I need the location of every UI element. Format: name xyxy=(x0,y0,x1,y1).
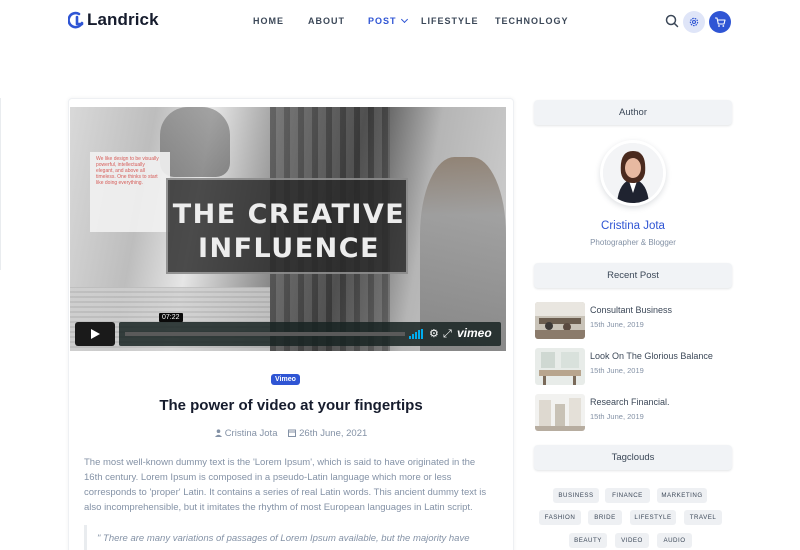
video-title-line2: INFLUENCE xyxy=(197,233,381,264)
top-navbar: Landrick HOME ABOUT POST LIFESTYLE TECHN… xyxy=(0,0,800,44)
post-author[interactable]: Cristina Jota xyxy=(214,428,278,439)
settings-button[interactable] xyxy=(683,11,705,33)
recent-post-thumbnail[interactable] xyxy=(535,302,585,339)
nav-item-technology[interactable]: TECHNOLOGY xyxy=(495,16,569,26)
recent-post-item[interactable]: Consultant Business 15th June, 2019 xyxy=(534,302,732,342)
post-body: The most well-known dummy text is the 'L… xyxy=(84,457,487,513)
post-author-name: Cristina Jota xyxy=(224,428,278,439)
vimeo-logo[interactable]: vimeo xyxy=(457,326,492,340)
chevron-down-icon xyxy=(400,15,408,24)
video-progress-bar[interactable] xyxy=(125,332,405,336)
tag-travel[interactable]: TRAVEL xyxy=(684,510,722,525)
post-date: 26th June, 2021 xyxy=(288,428,367,439)
author-portrait-image xyxy=(603,143,663,203)
tagcloud-widget-title: Tagclouds xyxy=(534,445,732,470)
fullscreen-icon[interactable]: ⤢ xyxy=(443,328,452,340)
video-design-panel: We like design to be visually powerful, … xyxy=(90,152,170,232)
cart-icon xyxy=(715,17,726,27)
tag-business[interactable]: BUSINESS xyxy=(553,488,599,503)
recent-post-thumbnail[interactable] xyxy=(535,394,585,431)
nav-item-about[interactable]: ABOUT xyxy=(308,16,345,26)
tag-video[interactable]: VIDEO xyxy=(615,533,649,548)
tag-fashion[interactable]: FASHION xyxy=(539,510,581,525)
author-widget-title: Author xyxy=(534,100,732,125)
post-category-badge[interactable]: Vimeo xyxy=(271,374,300,385)
author-photo xyxy=(603,143,663,203)
avatar[interactable] xyxy=(600,140,666,206)
tag-audio[interactable]: AUDIO xyxy=(657,533,692,548)
recent-post-date: 15th June, 2019 xyxy=(590,320,644,329)
post-date-text: 26th June, 2021 xyxy=(299,428,368,439)
gear-icon xyxy=(689,17,699,27)
video-timestamp: 07:22 xyxy=(159,313,183,322)
tag-bride[interactable]: BRIDE xyxy=(588,510,622,525)
recent-post-item[interactable]: Look On The Glorious Balance 15th June, … xyxy=(534,348,732,388)
video-title-box: THE CREATIVE INFLUENCE xyxy=(166,178,408,274)
tag-beauty[interactable]: BEAUTY xyxy=(569,533,607,548)
post-title: The power of video at your fingertips xyxy=(159,397,423,414)
user-icon xyxy=(214,429,222,437)
cart-button[interactable] xyxy=(709,11,731,33)
nav-item-home[interactable]: HOME xyxy=(253,16,284,26)
video-player[interactable]: We like design to be visually powerful, … xyxy=(70,107,506,351)
search-button[interactable] xyxy=(664,13,680,29)
calendar-icon xyxy=(288,429,297,437)
search-icon xyxy=(665,14,679,28)
settings-gear-icon[interactable]: ⚙ xyxy=(429,328,439,340)
main-menu: HOME ABOUT POST LIFESTYLE TECHNOLOGY xyxy=(0,15,800,28)
play-icon xyxy=(91,329,100,339)
volume-icon[interactable] xyxy=(409,329,423,339)
video-side-text: We like design to be visually powerful, … xyxy=(96,156,159,186)
nav-item-lifestyle[interactable]: LIFESTYLE xyxy=(421,16,479,26)
tag-lifestyle[interactable]: LIFESTYLE xyxy=(630,510,676,525)
post-blockquote: " There are many variations of passages … xyxy=(84,525,494,550)
post-meta: Cristina Jota 26th June, 2021 xyxy=(68,428,514,439)
left-divider xyxy=(0,98,1,270)
recent-post-date: 15th June, 2019 xyxy=(590,366,644,375)
recent-post-item[interactable]: Research Financial. 15th June, 2019 xyxy=(534,394,732,434)
recent-post-date: 15th June, 2019 xyxy=(590,412,644,421)
recent-post-title[interactable]: Research Financial. xyxy=(590,397,670,407)
video-control-bar: 07:22 ⚙ ⤢ vimeo xyxy=(119,313,501,346)
video-person-left xyxy=(160,107,230,177)
nav-item-post[interactable]: POST xyxy=(368,15,408,26)
video-controls: 07:22 ⚙ ⤢ vimeo xyxy=(75,313,501,346)
nav-item-post-label: POST xyxy=(368,16,397,26)
recent-post-title[interactable]: Consultant Business xyxy=(590,305,672,315)
recent-post-widget-title: Recent Post xyxy=(534,263,732,288)
video-title-line1: THE CREATIVE xyxy=(172,199,406,230)
author-name[interactable]: Cristina Jota xyxy=(534,220,732,232)
play-button[interactable] xyxy=(75,322,115,346)
recent-post-thumbnail[interactable] xyxy=(535,348,585,385)
tag-finance[interactable]: FINANCE xyxy=(605,488,650,503)
tag-marketing[interactable]: MARKETING xyxy=(657,488,707,503)
video-title: THE CREATIVE INFLUENCE xyxy=(168,198,410,266)
author-role: Photographer & Blogger xyxy=(590,238,676,247)
recent-post-title[interactable]: Look On The Glorious Balance xyxy=(590,351,713,361)
